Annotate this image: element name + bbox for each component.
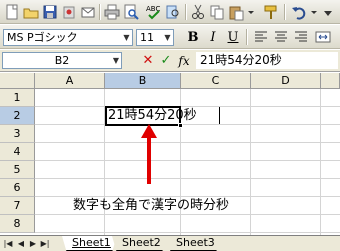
undo-dropdown-icon[interactable] [309, 3, 319, 21]
cell-b2-value: 21時54分20秒 [108, 108, 197, 123]
row-header-3[interactable]: 3 [0, 125, 35, 143]
grid-line [250, 89, 251, 235]
open-icon[interactable] [22, 3, 40, 21]
column-header-d[interactable]: D [251, 73, 321, 89]
merge-center-icon[interactable] [314, 28, 332, 46]
next-sheet-icon[interactable]: ▶ [27, 237, 39, 250]
print-preview-icon[interactable] [122, 3, 140, 21]
grid-line [35, 160, 340, 161]
grid-line [35, 124, 340, 125]
sheet-tab-sheet3[interactable]: Sheet3 [166, 236, 221, 251]
grid-line [35, 178, 340, 179]
row-header-1[interactable]: 1 [0, 89, 35, 107]
grid-line [35, 106, 340, 107]
chevron-down-icon[interactable]: ▼ [111, 53, 121, 68]
chevron-down-icon[interactable]: ▼ [121, 30, 132, 45]
formatting-toolbar: MS Pゴシック ▼ 11 ▼ B I U [0, 25, 340, 49]
font-name-value: MS Pゴシック [7, 31, 78, 44]
grid-line [320, 89, 321, 235]
new-icon[interactable] [3, 3, 21, 21]
align-left-icon[interactable] [252, 28, 270, 46]
grid-line [35, 232, 340, 233]
align-right-icon[interactable] [292, 28, 310, 46]
row-header-5[interactable]: 5 [0, 161, 35, 179]
row-header-2[interactable]: 2 [0, 107, 35, 125]
column-header-a[interactable]: A [35, 73, 105, 89]
standard-toolbar: ABC [0, 0, 340, 24]
font-size-combo[interactable]: 11 ▼ [136, 29, 174, 46]
annotation-text: 数字も全角で漢字の時分秒 [73, 198, 230, 213]
italic-button[interactable]: I [204, 29, 222, 46]
paste-icon[interactable] [227, 3, 245, 21]
toolbar-separator [185, 4, 186, 20]
format-painter-icon[interactable] [262, 3, 280, 21]
save-icon[interactable] [41, 3, 59, 21]
sheet-tab-sheet1[interactable]: Sheet1 [62, 236, 117, 251]
excel-window: ABC MS Pゴシック ▼ 11 ▼ B I U B2 ▼ ✕ ✓ fx 21… [0, 0, 340, 251]
last-sheet-icon[interactable]: ▶| [39, 237, 51, 250]
first-sheet-icon[interactable]: |◀ [2, 237, 14, 250]
column-header-b[interactable]: B [105, 73, 181, 89]
row-header-7[interactable]: 7 [0, 197, 35, 215]
prev-sheet-icon[interactable]: ◀ [15, 237, 27, 250]
name-box-value: B2 [54, 54, 70, 67]
row-header-4[interactable]: 4 [0, 143, 35, 161]
research-icon[interactable] [164, 3, 182, 21]
enter-icon[interactable]: ✓ [158, 53, 174, 69]
undo-icon[interactable] [290, 3, 308, 21]
grid-line [35, 214, 340, 215]
red-arrow-icon [141, 124, 157, 184]
sheet-tab-sheet2[interactable]: Sheet2 [112, 236, 167, 251]
print-icon[interactable] [103, 3, 121, 21]
sheet-tab-bar: |◀ ◀ ▶ ▶| Sheet1 Sheet2 Sheet3 [0, 235, 340, 251]
insert-function-icon[interactable]: fx [176, 53, 192, 69]
paste-dropdown-icon[interactable] [246, 3, 256, 21]
column-header-e[interactable] [321, 73, 340, 89]
bold-button[interactable]: B [184, 29, 202, 46]
toolbar-separator [284, 4, 285, 20]
font-name-combo[interactable]: MS Pゴシック ▼ [3, 29, 133, 46]
toolbar-options-icon[interactable] [320, 3, 338, 21]
formula-input[interactable]: 21時54分20秒 [196, 52, 338, 69]
cancel-icon[interactable]: ✕ [140, 53, 156, 69]
formula-bar: B2 ▼ ✕ ✓ fx 21時54分20秒 [0, 50, 340, 72]
toolbar-separator [99, 4, 100, 20]
text-cursor [219, 107, 220, 124]
grid-line [35, 142, 340, 143]
email-icon[interactable] [79, 3, 97, 21]
row-header-8[interactable]: 8 [0, 215, 35, 233]
align-center-icon[interactable] [272, 28, 290, 46]
row-header-6[interactable]: 6 [0, 179, 35, 197]
column-header-c[interactable]: C [181, 73, 251, 89]
chevron-down-icon[interactable]: ▼ [162, 30, 173, 45]
underline-button[interactable]: U [224, 29, 242, 46]
copy-icon[interactable] [208, 3, 226, 21]
cut-icon[interactable] [189, 3, 207, 21]
name-box[interactable]: B2 ▼ [2, 52, 122, 69]
permission-icon[interactable] [60, 3, 78, 21]
font-size-value: 11 [140, 31, 154, 44]
select-all-corner[interactable] [0, 73, 35, 89]
spelling-icon[interactable]: ABC [145, 3, 163, 21]
toolbar-separator [246, 29, 247, 45]
